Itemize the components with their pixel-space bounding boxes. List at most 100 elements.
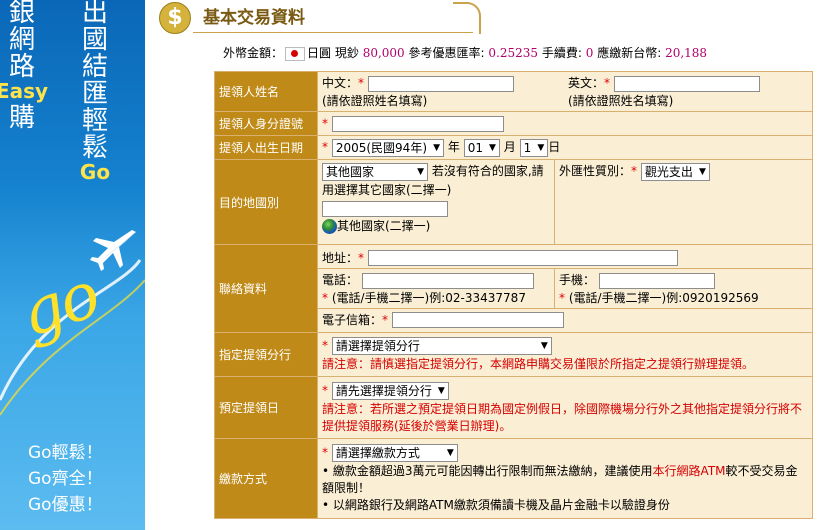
required-mark: *	[322, 338, 328, 353]
fx-fee-label: 手續費:	[541, 46, 582, 60]
phone-label: 電話：	[322, 273, 359, 288]
label-birth: 提領人出生日期	[214, 135, 318, 160]
email-input[interactable]	[391, 312, 564, 329]
fx-summary: 外幣金額： 日圓 現鈔 80,000 參考優惠匯率: 0.25235 手續費: 0…	[223, 44, 707, 61]
row-branch: 指定提領分行 * 請選擇提領分行 請注意：請慎選指定提領分行，本網路申購交易僅限…	[214, 332, 813, 377]
purpose-select[interactable]: 觀光支出	[640, 162, 710, 181]
banner-char: 路	[8, 52, 35, 82]
required-mark: *	[358, 76, 365, 91]
birth-month-select[interactable]: 01	[463, 138, 500, 157]
birth-year-select[interactable]: 2005(民國94年)	[331, 138, 445, 157]
row-pickup: 預定提領日 * 請先選擇提領分行 請注意：若所選之預定提領日期為國定例假日，除國…	[214, 376, 813, 439]
birth-day-select[interactable]: 1	[519, 138, 549, 157]
required-mark: *	[604, 76, 611, 91]
required-mark: *	[559, 290, 565, 305]
field-name: 中文：* (請依證照姓名填寫) 英文：* (請依證照姓名填寫)	[317, 71, 813, 112]
slogan: Go優惠！	[28, 495, 103, 515]
address-group: 地址：*	[318, 247, 812, 270]
email-label: 電子信箱：	[322, 312, 383, 327]
banner-slogans: Go輕鬆！ Go齊全！ Go優惠！	[28, 440, 103, 518]
required-mark: *	[358, 250, 365, 265]
row-name: 提領人姓名 中文：* (請依證照姓名填寫) 英文：* (請依證照姓名填寫)	[214, 71, 813, 112]
mobile-subgroup: 手機： * (電話/手機二擇一)例:0920192569	[554, 269, 812, 308]
title-underline	[193, 32, 473, 33]
main-content: $ 基本交易資料 外幣金額： 日圓 現鈔 80,000 參考優惠匯率: 0.252…	[145, 0, 839, 530]
banner-char: 鬆	[81, 133, 108, 163]
row-contact: 聯絡資料 地址：* 電話： * (電話/手機二擇一)例:02-33437787 …	[214, 244, 813, 333]
fx-cash-label: 現鈔	[334, 46, 359, 60]
bullet-dot: •	[322, 498, 330, 512]
required-mark: *	[322, 290, 328, 305]
banner-char: 銀	[8, 0, 35, 28]
title-corner	[453, 2, 481, 34]
mobile-input[interactable]	[598, 272, 715, 289]
mobile-hint: (電話/手機二擇一)例:0920192569	[568, 290, 759, 305]
name-zh-input[interactable]	[367, 75, 514, 92]
banner-go: Go	[79, 160, 111, 184]
label-id: 提領人身分證號	[214, 111, 318, 136]
field-contact: 地址：* 電話： * (電話/手機二擇一)例:02-33437787 手機： *…	[317, 244, 813, 333]
row-birth: 提領人出生日期 * 2005(民國94年) 年 01 月 1日	[214, 135, 813, 160]
name-zh-group: 中文：* (請依證照姓名填寫)	[322, 74, 562, 109]
field-destination: 其他國家 若沒有符合的國家,請用選擇其它國家(二擇一) 其他國家(二擇一) 外匯…	[317, 159, 813, 245]
label-branch: 指定提領分行	[214, 332, 318, 377]
banner-char: 網	[8, 25, 35, 55]
required-mark: *	[322, 445, 328, 460]
pickup-date-select[interactable]: 請先選擇提領分行	[331, 381, 449, 400]
required-mark: *	[322, 140, 328, 155]
label-name: 提領人姓名	[214, 71, 318, 112]
name-en-label: 英文：	[568, 76, 605, 91]
atm-link[interactable]: 本行網路ATM	[653, 464, 726, 478]
banner-char: 結	[81, 52, 108, 82]
destination-country-select[interactable]: 其他國家	[322, 162, 428, 181]
purpose-group: 外匯性質別：* 觀光支出	[554, 160, 812, 244]
payment-bullet-2: 以網路銀行及網路ATM繳款須備讀卡機及晶片金融卡以驗證身份	[332, 498, 670, 512]
other-country-input[interactable]	[322, 200, 448, 217]
banner-char: 出	[81, 0, 108, 28]
address-label: 地址：	[322, 250, 359, 265]
row-destination: 目的地國別 其他國家 若沒有符合的國家,請用選擇其它國家(二擇一) 其他國家(二…	[214, 159, 813, 245]
fx-amount: 80,000	[362, 46, 405, 60]
bullet-dot: •	[322, 464, 330, 478]
fx-amount-label: 外幣金額：	[223, 46, 284, 60]
slogan: Go齊全！	[28, 469, 103, 489]
label-payment: 繳款方式	[214, 438, 318, 519]
fx-rate: 0.25235	[488, 46, 539, 60]
label-pickup: 預定提領日	[214, 376, 318, 439]
branch-select[interactable]: 請選擇提領分行	[331, 337, 552, 355]
slogan: Go輕鬆！	[28, 443, 103, 463]
required-mark: *	[322, 116, 328, 130]
destination-country-group: 其他國家 若沒有符合的國家,請用選擇其它國家(二擇一) 其他國家(二擇一)	[318, 160, 554, 244]
banner-column-right: 出 國 結 匯 輕 鬆 Go	[74, 0, 116, 186]
name-en-group: 英文：* (請依證照姓名填寫)	[562, 74, 808, 109]
required-mark: *	[382, 312, 389, 327]
branch-note: 請注意：請慎選指定提領分行，本網路申購交易僅限於所指定之提領行辦理提領。	[322, 357, 755, 371]
globe-icon[interactable]	[322, 218, 337, 234]
promo-banner: 銀 網 路 Easy 購 出 國 結 匯 輕 鬆 Go go Go輕鬆！ Go齊…	[0, 0, 145, 530]
field-id: *	[317, 111, 813, 136]
payment-method-select[interactable]: 請選擇繳款方式	[331, 444, 458, 462]
fx-total: 20,188	[665, 46, 708, 60]
fx-currency: 日圓	[307, 46, 332, 60]
fx-rate-label: 參考優惠匯率:	[408, 46, 485, 60]
section-title: 基本交易資料	[203, 8, 305, 28]
year-unit: 年	[447, 140, 460, 155]
day-unit: 日	[548, 140, 561, 155]
name-en-hint: (請依證照姓名填寫)	[568, 93, 674, 108]
phone-hint: (電話/手機二擇一)例:02-33437787	[331, 290, 526, 305]
banner-char: 匯	[81, 79, 108, 109]
other-country-label: 其他國家(二擇一)	[337, 218, 431, 233]
phone-group: 電話： * (電話/手機二擇一)例:02-33437787 手機： * (電話/…	[318, 269, 812, 309]
email-group: 電子信箱：*	[318, 309, 812, 331]
name-en-input[interactable]	[613, 75, 760, 92]
field-branch: * 請選擇提領分行 請注意：請慎選指定提領分行，本網路申購交易僅限於所指定之提領…	[317, 332, 813, 377]
id-number-input[interactable]	[331, 115, 504, 132]
required-mark: *	[322, 383, 328, 397]
field-pickup: * 請先選擇提領分行 請注意：若所選之預定提領日期為國定例假日，除國際機場分行外…	[317, 376, 813, 439]
address-input[interactable]	[367, 250, 678, 267]
banner-char: 國	[81, 25, 108, 55]
banner-column-left: 銀 網 路 Easy 購	[0, 0, 48, 132]
name-zh-label: 中文：	[322, 76, 359, 91]
phone-input[interactable]	[361, 272, 534, 289]
transaction-form: 提領人姓名 中文：* (請依證照姓名填寫) 英文：* (請依證照姓名填寫) 提領…	[214, 71, 813, 519]
